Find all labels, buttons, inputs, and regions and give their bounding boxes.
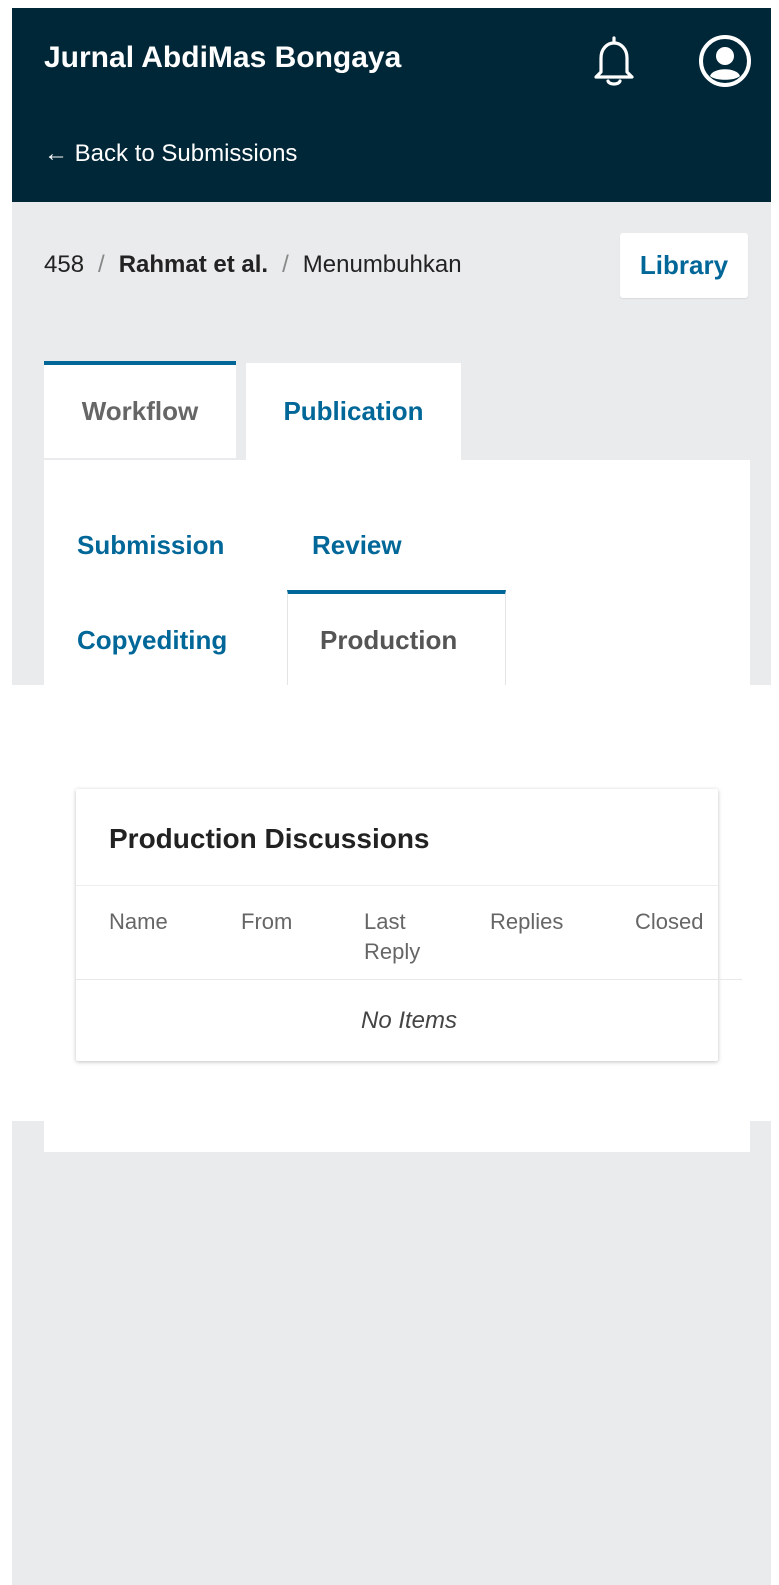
divider [76,885,718,886]
back-to-submissions-link[interactable]: ← Back to Submissions [44,140,297,168]
user-circle-icon[interactable] [698,34,752,88]
stage-tab-submission[interactable]: Submission [77,530,224,561]
stage-tab-production-label: Production [320,625,458,655]
column-header-last-reply: Last Reply [364,909,421,964]
submission-title: Menumbuhkan [302,251,462,278]
stage-tab-production[interactable]: Production [287,590,506,685]
panel-title: Production Discussions [109,823,430,854]
page-background: Jurnal AbdiMas Bongaya ← Back to Submiss… [12,8,771,1585]
breadcrumb: 458 / Rahmat et al. / Menumbuhkan [44,251,462,279]
column-header-replies: Replies [490,909,564,934]
stage-content: Production Discussions Name From Last Re… [12,685,771,1121]
library-button[interactable]: Library [620,233,748,298]
breadcrumb-separator: / [98,251,105,278]
stage-tab-copyediting[interactable]: Copyediting [77,625,227,656]
stage-tab-review[interactable]: Review [312,530,402,561]
stage-tabs-panel: Submission Review Copyediting Production [44,460,750,685]
production-discussions-panel: Production Discussions Name From Last Re… [76,789,742,1061]
site-title[interactable]: Jurnal AbdiMas Bongaya [44,41,401,75]
breadcrumb-separator: / [282,251,289,278]
submission-id: 458 [44,251,85,278]
app-header: Jurnal AbdiMas Bongaya ← Back to Submiss… [12,8,771,202]
column-header-from: From [241,909,293,934]
column-header-name: Name [109,909,168,934]
bell-icon[interactable] [589,34,639,88]
empty-state-text: No Items [360,1007,458,1034]
submission-authors: Rahmat et al. [118,251,269,278]
tab-publication[interactable]: Publication [246,363,461,460]
tab-workflow[interactable]: Workflow [44,361,236,458]
column-header-closed: Closed [635,909,704,934]
stage-content-footer [44,1121,750,1152]
divider [76,979,742,980]
